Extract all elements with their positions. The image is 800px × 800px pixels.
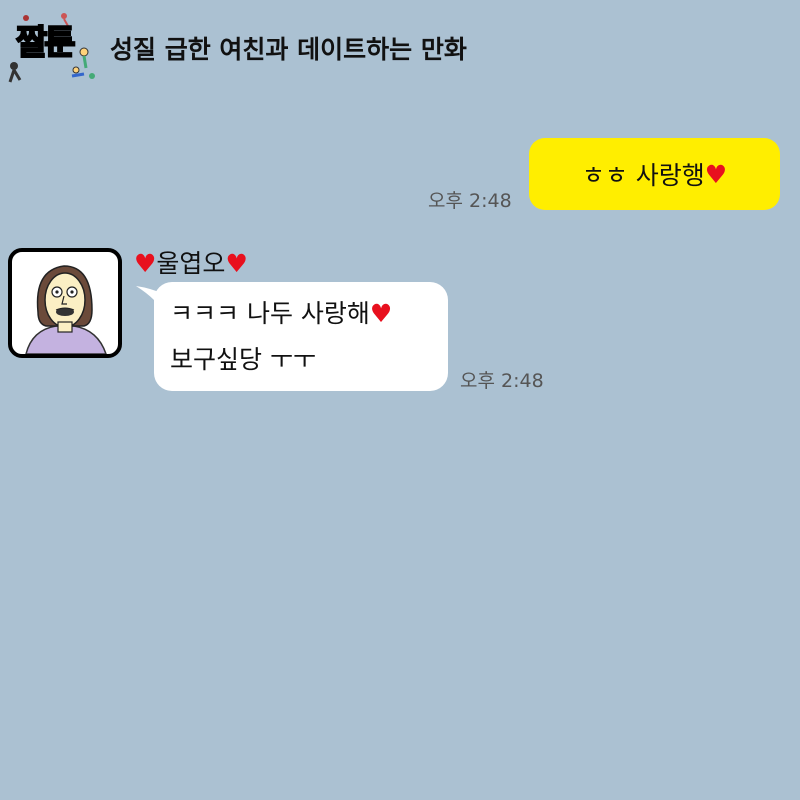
logo-text: 짤툰 bbox=[15, 23, 77, 63]
page-title: 성질 급한 여친과 데이트하는 만화 bbox=[110, 35, 467, 64]
outgoing-message-text: ㅎㅎ 사랑행 bbox=[581, 161, 705, 190]
heart-icon: ♥ bbox=[225, 249, 248, 278]
sender-name: ♥울엽오♥ bbox=[134, 244, 248, 280]
heart-icon: ♥ bbox=[369, 299, 393, 328]
outgoing-message-time: 오후 2:48 bbox=[428, 190, 512, 212]
heart-icon: ♥ bbox=[134, 249, 157, 278]
incoming-message-time: 오후 2:48 bbox=[460, 370, 544, 392]
outgoing-message-bubble[interactable]: ㅎㅎ 사랑행 ♥ bbox=[529, 138, 780, 210]
incoming-message-bubble[interactable]: ㅋㅋㅋ 나두 사랑해♥ 보구싶당 ㅜㅜ bbox=[154, 282, 448, 391]
incoming-message-text: 보구싶당 ㅜㅜ bbox=[170, 345, 316, 374]
comic-header: 짤툰 성질 급한 여친과 데이트하는 만화 bbox=[0, 0, 800, 100]
logo: 짤툰 bbox=[6, 12, 98, 84]
sender-name-label: 울엽오 bbox=[156, 249, 226, 278]
incoming-message-line: ㅋㅋㅋ 나두 사랑해♥ bbox=[170, 294, 448, 340]
avatar[interactable] bbox=[8, 248, 122, 358]
incoming-message-line: 보구싶당 ㅜㅜ bbox=[170, 340, 448, 386]
heart-icon: ♥ bbox=[704, 159, 728, 189]
incoming-message-text: ㅋㅋㅋ 나두 사랑해 bbox=[170, 299, 370, 328]
avatar-face-icon bbox=[25, 265, 107, 354]
